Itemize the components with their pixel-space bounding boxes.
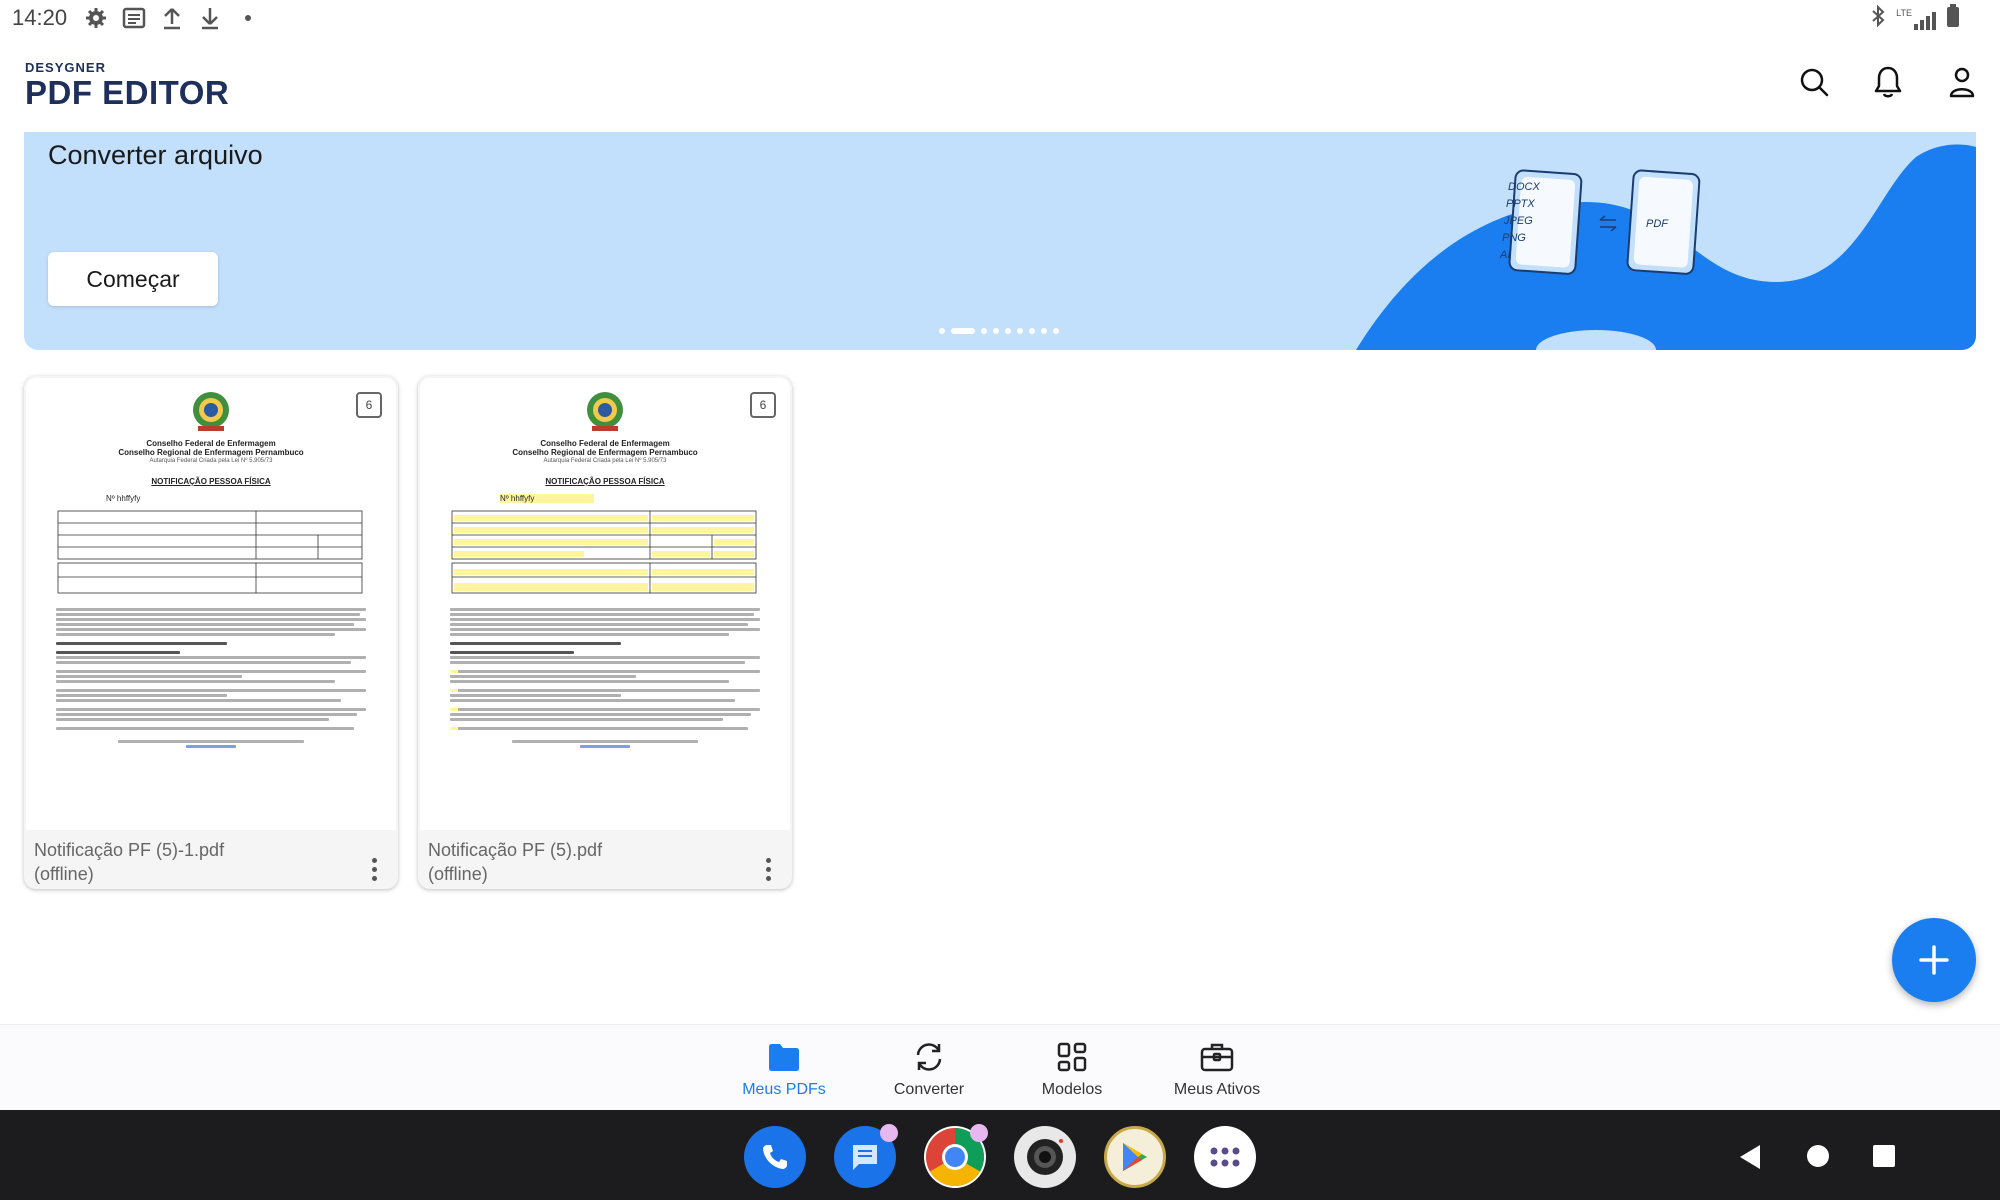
status-right: LTE bbox=[1870, 4, 1960, 34]
nav-item-modelos[interactable]: Modelos bbox=[1007, 1037, 1137, 1099]
doc-body-text bbox=[56, 608, 366, 748]
refresh-icon bbox=[909, 1037, 949, 1077]
format-docx-label: DOCX bbox=[1508, 181, 1540, 193]
doc-form-table bbox=[57, 510, 363, 594]
back-icon[interactable] bbox=[1738, 1144, 1762, 1170]
play-store-app-icon[interactable] bbox=[1104, 1126, 1166, 1188]
nav-label: Modelos bbox=[1041, 1081, 1103, 1098]
carousel-dot[interactable] bbox=[1029, 328, 1035, 334]
nav-item-converter[interactable]: Converter bbox=[864, 1037, 994, 1099]
signal-icon: LTE bbox=[1896, 8, 1936, 30]
format-pptx-label: PPTX bbox=[1506, 198, 1535, 210]
carousel-dot[interactable] bbox=[981, 328, 987, 334]
banner-title: Converter arquivo bbox=[48, 140, 263, 170]
header-actions bbox=[1796, 64, 1980, 100]
pdf-file-card[interactable]: 6 Conselho Federal de Enfermagem Conselh… bbox=[418, 376, 792, 889]
doc-title-1: Conselho Federal de Enfermagem bbox=[146, 439, 276, 448]
chrome-app-icon[interactable] bbox=[924, 1124, 988, 1188]
doc-title-2: Conselho Regional de Enfermagem Pernambu… bbox=[512, 448, 698, 457]
doc-form-table-highlighted bbox=[451, 510, 757, 594]
notification-badge bbox=[880, 1124, 898, 1142]
promo-banner[interactable]: Converter arquivo Começar DOCX PPTX JPEG… bbox=[24, 132, 1976, 350]
nav-label: Meus Ativos bbox=[1173, 1081, 1261, 1098]
notification-badge bbox=[970, 1124, 988, 1142]
file-status: (offline) bbox=[34, 864, 94, 884]
file-more-options-icon[interactable] bbox=[362, 852, 386, 886]
app-logo: DESYGNER PDF EDITOR bbox=[25, 60, 229, 111]
doc-title-1: Conselho Federal de Enfermagem bbox=[540, 439, 670, 448]
nav-item-meus-ativos[interactable]: Meus Ativos bbox=[1152, 1037, 1282, 1099]
app-root: 14:20 LTE DESYGNER PDF EDITOR Converter … bbox=[0, 0, 2000, 1200]
format-ai-label: AI bbox=[1499, 249, 1510, 261]
pdf-thumbnail[interactable]: 6 Conselho Federal de Enfermagem Conselh… bbox=[420, 378, 790, 830]
app-header: DESYGNER PDF EDITOR bbox=[0, 36, 2000, 132]
pdf-thumbnail[interactable]: 6 Conselho Federal de Enfermagem Conselh… bbox=[26, 378, 396, 830]
start-button[interactable]: Começar bbox=[48, 252, 218, 306]
format-png-label: PNG bbox=[1502, 232, 1526, 244]
grid-icon bbox=[1052, 1037, 1092, 1077]
apps-drawer-icon[interactable] bbox=[1194, 1126, 1256, 1188]
recents-icon[interactable] bbox=[1872, 1144, 1896, 1168]
folder-icon bbox=[764, 1037, 804, 1077]
document-preview: Conselho Federal de Enfermagem Conselho … bbox=[450, 388, 760, 748]
carousel-dot[interactable] bbox=[1041, 328, 1047, 334]
doc-heading: NOTIFICAÇÃO PESSOA FÍSICA bbox=[151, 477, 271, 486]
nav-item-meus-pdfs[interactable]: Meus PDFs bbox=[719, 1037, 849, 1099]
more-notifications-dot-icon bbox=[233, 3, 263, 33]
doc-number: Nº hhffyfy bbox=[500, 494, 760, 503]
document-preview: Conselho Federal de Enfermagem Conselho … bbox=[56, 388, 366, 748]
add-file-button[interactable] bbox=[1892, 918, 1976, 1002]
file-more-options-icon[interactable] bbox=[756, 852, 780, 886]
notes-icon bbox=[119, 3, 149, 33]
upload-icon bbox=[157, 3, 187, 33]
file-status: (offline) bbox=[428, 864, 488, 884]
carousel-dot[interactable] bbox=[1053, 328, 1059, 334]
phone-app-icon[interactable] bbox=[744, 1126, 806, 1188]
user-profile-icon[interactable] bbox=[1944, 64, 1980, 100]
network-type-label: LTE bbox=[1896, 8, 1912, 18]
banner-illustration: DOCX PPTX JPEG PNG AI PDF bbox=[1356, 144, 1976, 350]
brand-big-text: PDF EDITOR bbox=[25, 74, 230, 111]
file-grid: 6 Conselho Federal de Enfermagem Conselh… bbox=[24, 376, 792, 889]
brand-small-text: DESYGNER bbox=[25, 60, 106, 75]
carousel-dot[interactable] bbox=[1017, 328, 1023, 334]
settings-icon bbox=[81, 3, 111, 33]
notification-bell-icon[interactable] bbox=[1870, 64, 1906, 100]
doc-heading: NOTIFICAÇÃO PESSOA FÍSICA bbox=[545, 477, 665, 486]
briefcase-icon bbox=[1197, 1037, 1237, 1077]
status-time: 14:20 bbox=[12, 5, 68, 30]
file-name: Notificação PF (5)-1.pdf bbox=[34, 840, 225, 860]
doc-body-text bbox=[450, 608, 760, 748]
pdf-file-card[interactable]: 6 Conselho Federal de Enfermagem Conselh… bbox=[24, 376, 398, 889]
battery-icon bbox=[1946, 4, 1960, 34]
carousel-dot[interactable] bbox=[993, 328, 999, 334]
carousel-dots bbox=[939, 328, 1059, 334]
format-jpeg-label: JPEG bbox=[1503, 215, 1533, 227]
coat-of-arms-icon bbox=[587, 392, 623, 431]
file-name: Notificação PF (5).pdf bbox=[428, 840, 603, 860]
plus-icon bbox=[1919, 945, 1949, 975]
doc-subtitle: Autarquia Federal Criada pela Lei Nº 5.9… bbox=[543, 458, 667, 464]
doc-number: Nº hhffyfy bbox=[106, 494, 141, 503]
doc-title-2: Conselho Regional de Enfermagem Pernambu… bbox=[118, 448, 304, 457]
nav-label: Meus PDFs bbox=[742, 1081, 826, 1098]
coat-of-arms-icon bbox=[193, 392, 229, 431]
messages-app-icon[interactable] bbox=[834, 1124, 898, 1188]
status-bar: 14:20 LTE bbox=[0, 0, 2000, 36]
system-navigation-bar bbox=[0, 1110, 2000, 1200]
download-icon bbox=[195, 3, 225, 33]
carousel-dot-active[interactable] bbox=[951, 328, 975, 334]
doc-subtitle: Autarquia Federal Criada pela Lei Nº 5.9… bbox=[149, 458, 273, 464]
camera-app-icon[interactable] bbox=[1014, 1126, 1076, 1188]
carousel-dot[interactable] bbox=[1005, 328, 1011, 334]
bluetooth-icon bbox=[1870, 4, 1886, 34]
nav-label: Converter bbox=[893, 1081, 965, 1098]
home-icon[interactable] bbox=[1806, 1144, 1830, 1168]
bottom-navigation: Meus PDFs Converter Modelos Meus Ativos bbox=[0, 1024, 2000, 1110]
doc-number-highlighted: Nº hhffyfy bbox=[500, 494, 595, 503]
search-icon[interactable] bbox=[1796, 64, 1832, 100]
format-pdf-label: PDF bbox=[1646, 218, 1669, 230]
carousel-dot[interactable] bbox=[939, 328, 945, 334]
